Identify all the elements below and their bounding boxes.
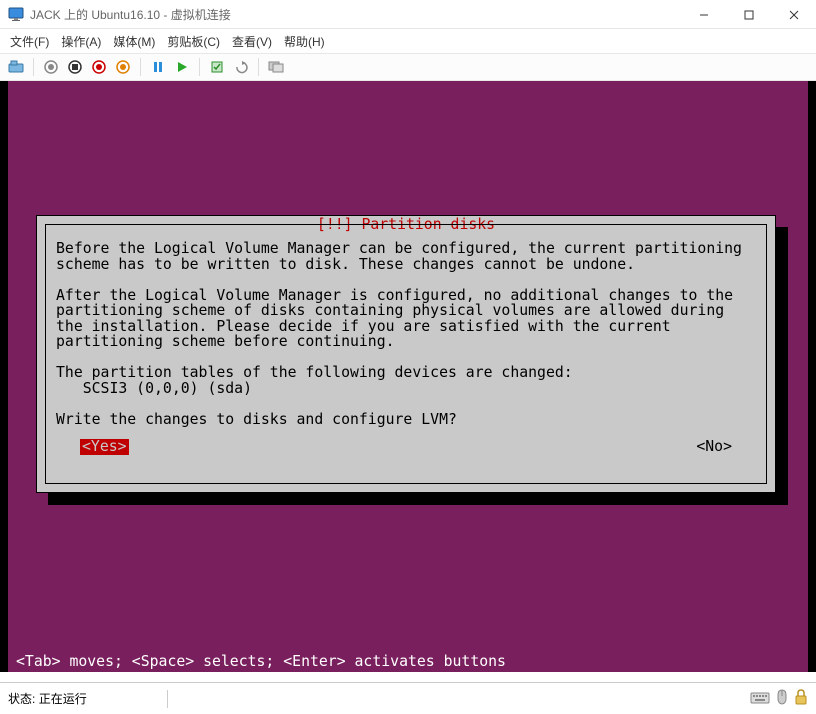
no-button[interactable]: <No> [696,439,732,455]
menu-media[interactable]: 媒体(M) [113,33,155,50]
yes-button[interactable]: <Yes> [80,439,129,455]
window-controls [681,0,816,28]
menu-file[interactable]: 文件(F) [10,33,49,50]
menu-clipboard[interactable]: 剪贴板(C) [167,33,220,50]
keyboard-icon [750,690,770,707]
window-title: JACK 上的 Ubuntu16.10 - 虚拟机连接 [30,6,681,23]
shutdown-icon[interactable] [89,57,109,77]
ctrl-alt-del-icon[interactable] [6,57,26,77]
dialog-body: Before the Logical Volume Manager can be… [45,224,767,484]
minimize-button[interactable] [681,0,726,29]
reset-icon[interactable] [113,57,133,77]
dialog-para1: Before the Logical Volume Manager can be… [56,240,751,273]
maximize-button[interactable] [726,0,771,29]
play-icon[interactable] [172,57,192,77]
dialog-para2: After the Logical Volume Manager is conf… [56,287,742,351]
mouse-icon [776,689,788,708]
status-value: 正在运行 [39,690,87,707]
dialog-choices: <Yes> <No> [56,439,756,455]
help-line: <Tab> moves; <Space> selects; <Enter> ac… [16,653,506,670]
revert-icon[interactable] [231,57,251,77]
monitor-icon [8,6,24,22]
enhanced-icon[interactable] [266,57,286,77]
statusbar: 状态: 正在运行 [0,682,816,714]
status-label: 状态: [8,690,35,707]
start-icon[interactable] [41,57,61,77]
status-separator [167,690,168,708]
vm-display[interactable]: [!!] Partition disks Before the Logical … [0,81,816,672]
lock-icon [794,689,808,708]
stop-icon[interactable] [65,57,85,77]
partition-dialog: [!!] Partition disks Before the Logical … [36,215,776,493]
menu-action[interactable]: 操作(A) [61,33,101,50]
dialog-question: Write the changes to disks and configure… [56,411,457,428]
dialog-para3: The partition tables of the following de… [56,364,573,381]
menubar: 文件(F) 操作(A) 媒体(M) 剪贴板(C) 查看(V) 帮助(H) [0,29,816,53]
menu-view[interactable]: 查看(V) [232,33,272,50]
status-icons [750,689,808,708]
titlebar: JACK 上的 Ubuntu16.10 - 虚拟机连接 [0,0,816,29]
pause-icon[interactable] [148,57,168,77]
menu-help[interactable]: 帮助(H) [284,33,325,50]
vm-screen: [!!] Partition disks Before the Logical … [8,81,808,672]
toolbar [0,53,816,81]
dialog-device: SCSI3 (0,0,0) (sda) [56,380,252,397]
close-button[interactable] [771,0,816,29]
checkpoint-icon[interactable] [207,57,227,77]
